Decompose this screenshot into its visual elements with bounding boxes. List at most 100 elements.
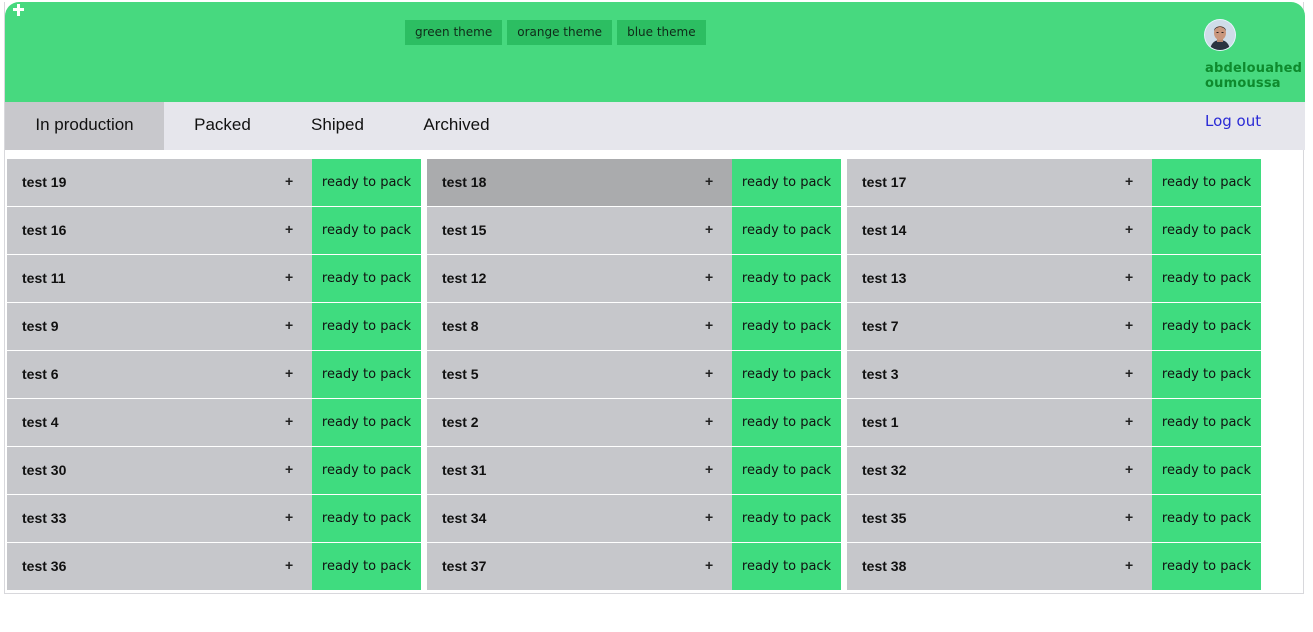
orange-theme-button[interactable]: orange theme — [507, 20, 613, 45]
order-card-body[interactable]: test 31 + — [427, 447, 732, 494]
ready-to-pack-button[interactable]: ready to pack — [312, 351, 421, 398]
order-card: test 15 + ready to pack — [427, 207, 841, 254]
avatar[interactable] — [1205, 20, 1235, 50]
green-theme-button[interactable]: green theme — [405, 20, 503, 45]
order-card-body[interactable]: test 17 + — [847, 159, 1152, 206]
expand-plus-icon[interactable]: + — [285, 447, 293, 492]
expand-plus-icon[interactable]: + — [285, 255, 293, 300]
tab-packed[interactable]: Packed — [164, 102, 281, 150]
expand-plus-icon[interactable]: + — [285, 495, 293, 540]
expand-plus-icon[interactable]: + — [705, 255, 713, 300]
expand-plus-icon[interactable]: + — [705, 543, 713, 588]
expand-plus-icon[interactable]: + — [285, 351, 293, 396]
ready-to-pack-button[interactable]: ready to pack — [732, 255, 841, 302]
ready-to-pack-button[interactable]: ready to pack — [732, 447, 841, 494]
order-card-body[interactable]: test 2 + — [427, 399, 732, 446]
order-card-body[interactable]: test 15 + — [427, 207, 732, 254]
ready-to-pack-button[interactable]: ready to pack — [732, 207, 841, 254]
ready-to-pack-button[interactable]: ready to pack — [1152, 543, 1261, 590]
expand-plus-icon[interactable]: + — [705, 159, 713, 204]
expand-plus-icon[interactable]: + — [705, 495, 713, 540]
expand-plus-icon[interactable]: + — [285, 543, 293, 588]
expand-plus-icon[interactable]: + — [285, 303, 293, 348]
order-card-body[interactable]: test 11 + — [7, 255, 312, 302]
order-card-body[interactable]: test 19 + — [7, 159, 312, 206]
order-card-body[interactable]: test 18 + — [427, 159, 732, 206]
ready-to-pack-button[interactable]: ready to pack — [312, 399, 421, 446]
ready-to-pack-button[interactable]: ready to pack — [1152, 495, 1261, 542]
tab-in-production[interactable]: In production — [5, 102, 164, 150]
order-card-body[interactable]: test 3 + — [847, 351, 1152, 398]
expand-plus-icon[interactable]: + — [285, 159, 293, 204]
user-name: abdelouahed oumoussa — [1205, 61, 1305, 91]
expand-plus-icon[interactable]: + — [1125, 207, 1133, 252]
order-card-body[interactable]: test 7 + — [847, 303, 1152, 350]
ready-to-pack-button[interactable]: ready to pack — [312, 159, 421, 206]
order-card: test 31 + ready to pack — [427, 447, 841, 494]
ready-to-pack-button[interactable]: ready to pack — [1152, 255, 1261, 302]
order-card-body[interactable]: test 6 + — [7, 351, 312, 398]
expand-plus-icon[interactable]: + — [705, 207, 713, 252]
ready-to-pack-button[interactable]: ready to pack — [732, 159, 841, 206]
order-card-body[interactable]: test 1 + — [847, 399, 1152, 446]
ready-to-pack-button[interactable]: ready to pack — [732, 495, 841, 542]
expand-plus-icon[interactable]: + — [1125, 543, 1133, 588]
ready-to-pack-button[interactable]: ready to pack — [732, 543, 841, 590]
expand-plus-icon[interactable]: + — [705, 303, 713, 348]
ready-to-pack-button[interactable]: ready to pack — [732, 303, 841, 350]
expand-plus-icon[interactable]: + — [1125, 495, 1133, 540]
logout-link[interactable]: Log out — [1205, 112, 1261, 130]
expand-plus-icon[interactable]: + — [1125, 255, 1133, 300]
expand-plus-icon[interactable]: + — [705, 447, 713, 492]
order-name: test 7 — [862, 318, 899, 334]
status-tabs: In production Packed Shiped Archived Log… — [5, 102, 1305, 150]
order-card-body[interactable]: test 38 + — [847, 543, 1152, 590]
order-card-body[interactable]: test 35 + — [847, 495, 1152, 542]
ready-to-pack-button[interactable]: ready to pack — [1152, 303, 1261, 350]
expand-plus-icon[interactable]: + — [1125, 447, 1133, 492]
order-card-body[interactable]: test 34 + — [427, 495, 732, 542]
ready-to-pack-button[interactable]: ready to pack — [1152, 159, 1261, 206]
order-card-body[interactable]: test 32 + — [847, 447, 1152, 494]
expand-plus-icon[interactable]: + — [705, 399, 713, 444]
ready-to-pack-button[interactable]: ready to pack — [312, 207, 421, 254]
order-card-body[interactable]: test 16 + — [7, 207, 312, 254]
ready-to-pack-button[interactable]: ready to pack — [312, 495, 421, 542]
expand-plus-icon[interactable]: + — [285, 207, 293, 252]
blue-theme-button[interactable]: blue theme — [617, 20, 706, 45]
ready-to-pack-button[interactable]: ready to pack — [312, 255, 421, 302]
ready-to-pack-button[interactable]: ready to pack — [312, 303, 421, 350]
ready-to-pack-button[interactable]: ready to pack — [1152, 351, 1261, 398]
order-card-body[interactable]: test 12 + — [427, 255, 732, 302]
expand-plus-icon[interactable]: + — [705, 351, 713, 396]
tab-shiped[interactable]: Shiped — [281, 102, 394, 150]
order-card-body[interactable]: test 33 + — [7, 495, 312, 542]
expand-plus-icon[interactable]: + — [285, 399, 293, 444]
order-card: test 38 + ready to pack — [847, 543, 1261, 590]
order-card-body[interactable]: test 5 + — [427, 351, 732, 398]
order-card-body[interactable]: test 14 + — [847, 207, 1152, 254]
expand-plus-icon[interactable]: + — [1125, 351, 1133, 396]
plus-icon[interactable] — [12, 3, 26, 17]
order-card-body[interactable]: test 8 + — [427, 303, 732, 350]
tab-archived[interactable]: Archived — [394, 102, 519, 150]
order-card-body[interactable]: test 30 + — [7, 447, 312, 494]
order-card-body[interactable]: test 9 + — [7, 303, 312, 350]
expand-plus-icon[interactable]: + — [1125, 159, 1133, 204]
order-card-body[interactable]: test 4 + — [7, 399, 312, 446]
ready-to-pack-button[interactable]: ready to pack — [312, 543, 421, 590]
ready-to-pack-button[interactable]: ready to pack — [732, 399, 841, 446]
ready-to-pack-button[interactable]: ready to pack — [732, 351, 841, 398]
order-card-body[interactable]: test 36 + — [7, 543, 312, 590]
order-card: test 37 + ready to pack — [427, 543, 841, 590]
order-card-body[interactable]: test 13 + — [847, 255, 1152, 302]
order-card: test 3 + ready to pack — [847, 351, 1261, 398]
ready-to-pack-button[interactable]: ready to pack — [312, 447, 421, 494]
ready-to-pack-button[interactable]: ready to pack — [1152, 447, 1261, 494]
order-name: test 38 — [862, 558, 907, 574]
expand-plus-icon[interactable]: + — [1125, 303, 1133, 348]
order-card-body[interactable]: test 37 + — [427, 543, 732, 590]
ready-to-pack-button[interactable]: ready to pack — [1152, 207, 1261, 254]
ready-to-pack-button[interactable]: ready to pack — [1152, 399, 1261, 446]
expand-plus-icon[interactable]: + — [1125, 399, 1133, 444]
